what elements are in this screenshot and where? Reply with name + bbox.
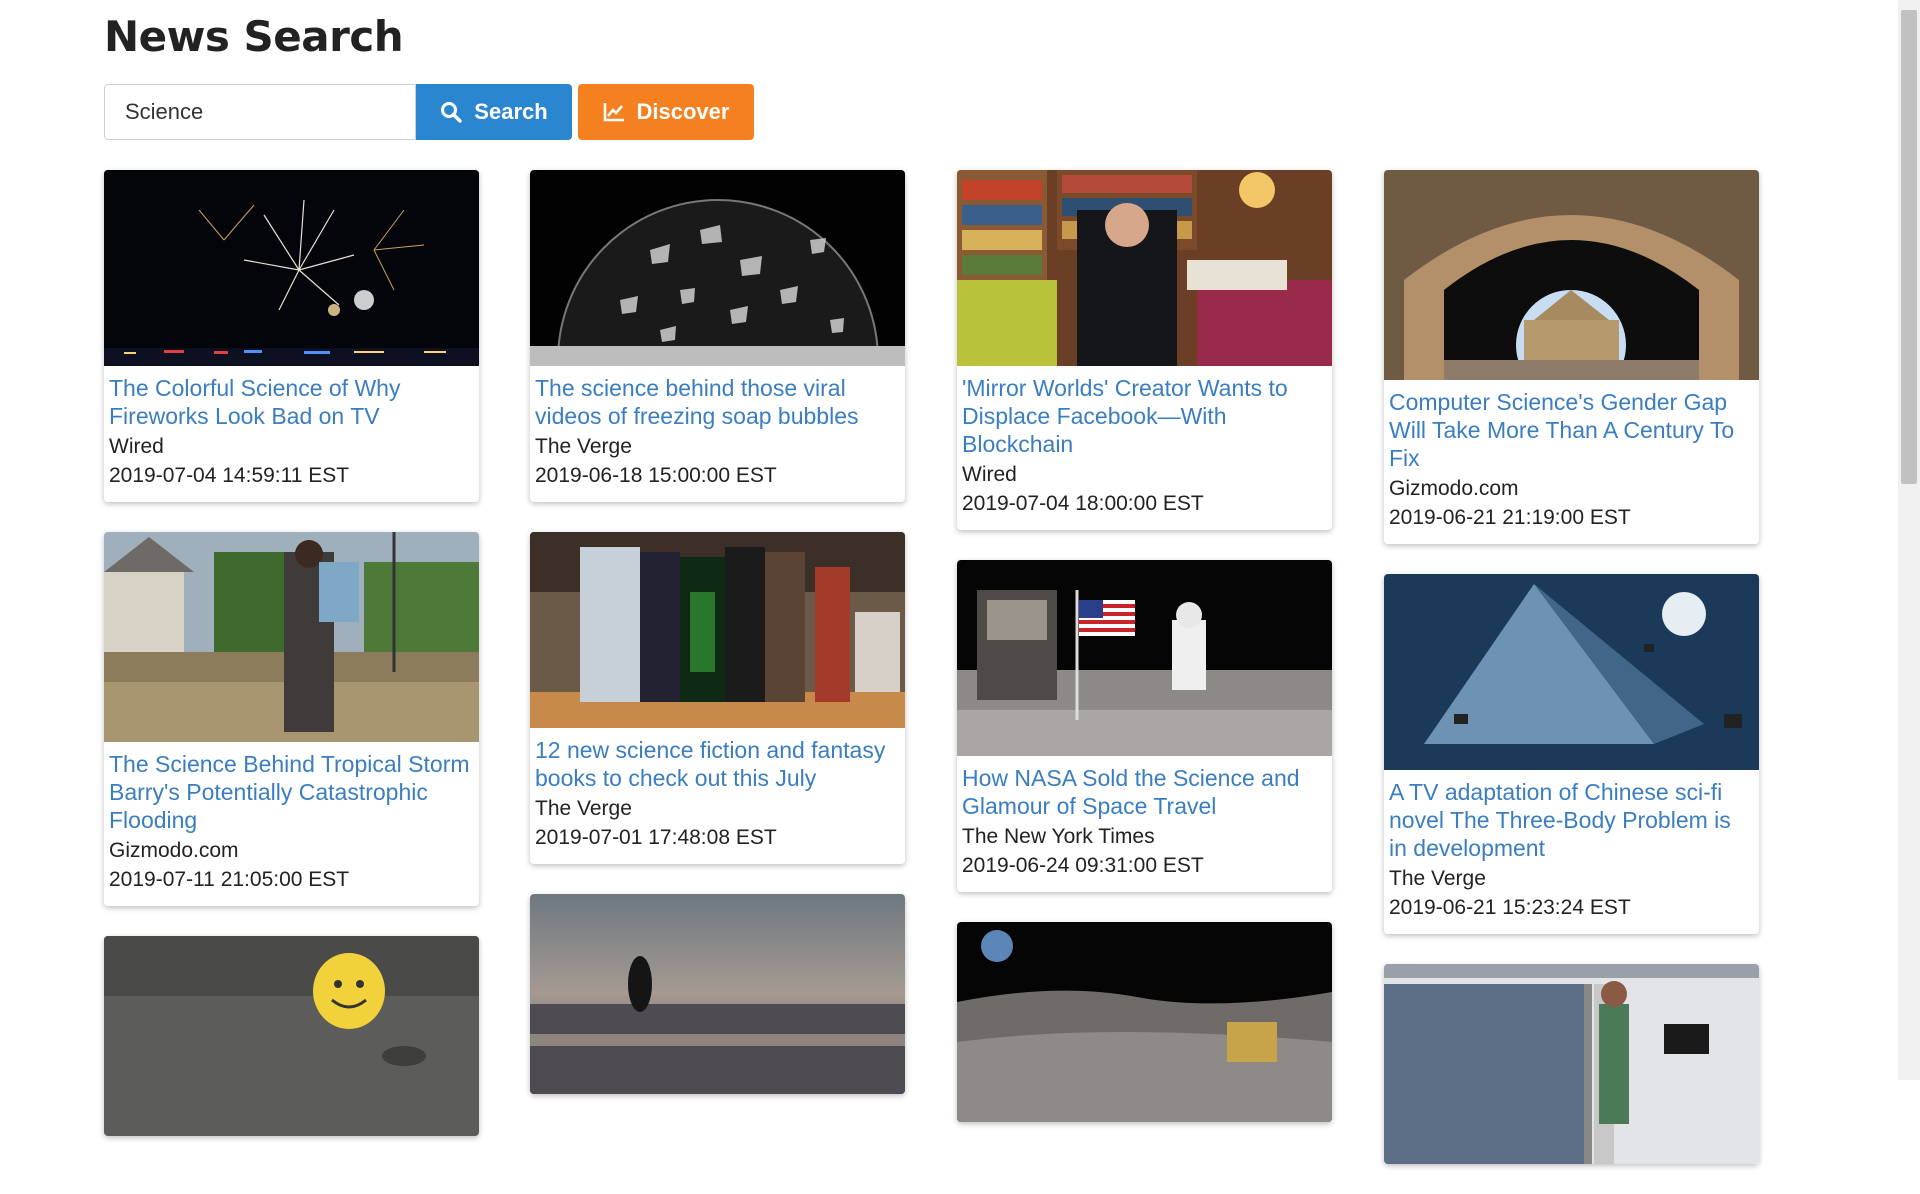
news-card[interactable]: The science behind those viral videos of… — [530, 170, 905, 502]
news-source: Wired — [962, 463, 1017, 486]
news-card[interactable]: 12 new science fiction and fantasy books… — [530, 532, 905, 864]
arrival-shell-image[interactable] — [530, 894, 905, 1094]
results-column-1: The Colorful Science of Why Fireworks Lo… — [104, 170, 479, 1166]
books-image[interactable] — [530, 532, 905, 728]
discover-button-label: Discover — [636, 99, 730, 124]
headline-link[interactable]: The science behind those viral videos of… — [535, 374, 900, 430]
lunar-surface-image[interactable] — [957, 922, 1332, 1122]
page-title: News Search — [104, 12, 404, 61]
stanford-arch-image[interactable] — [1384, 170, 1759, 380]
publish-date: 2019-07-04 18:00:00 EST — [962, 492, 1204, 515]
scrollbar-thumb[interactable] — [1901, 10, 1917, 484]
studio-vr-image[interactable] — [1384, 964, 1759, 1164]
news-card[interactable]: 'Mirror Worlds' Creator Wants to Displac… — [957, 170, 1332, 530]
news-source: Gizmodo.com — [1389, 477, 1519, 500]
moon-landing-image[interactable] — [957, 560, 1332, 756]
search-button-label: Search — [474, 99, 548, 124]
news-card[interactable] — [530, 894, 905, 1094]
publish-date: 2019-07-04 14:59:11 EST — [109, 464, 350, 487]
publish-date: 2019-06-18 15:00:00 EST — [535, 464, 777, 487]
news-card[interactable] — [1384, 964, 1759, 1164]
search-bar: Search Discover — [104, 84, 754, 140]
chart-line-icon — [603, 102, 625, 122]
headline-link[interactable]: 'Mirror Worlds' Creator Wants to Displac… — [962, 374, 1327, 458]
publish-date: 2019-07-01 17:48:08 EST — [535, 826, 777, 849]
discover-button[interactable]: Discover — [578, 84, 754, 140]
headline-link[interactable]: The Colorful Science of Why Fireworks Lo… — [109, 374, 474, 430]
news-source: The Verge — [1389, 867, 1486, 890]
news-card[interactable] — [104, 936, 479, 1136]
results-column-4: Computer Science's Gender Gap Will Take … — [1384, 170, 1759, 1194]
publish-date: 2019-06-24 09:31:00 EST — [962, 854, 1204, 877]
publish-date: 2019-06-21 15:23:24 EST — [1389, 896, 1631, 919]
library-portrait-image[interactable] — [957, 170, 1332, 366]
news-card[interactable] — [957, 922, 1332, 1122]
search-input[interactable] — [104, 84, 416, 140]
headline-link[interactable]: The Science Behind Tropical Storm Barry'… — [109, 750, 474, 834]
search-button[interactable]: Search — [416, 84, 572, 140]
soap-bubble-image[interactable] — [530, 170, 905, 366]
publish-date: 2019-06-21 21:19:00 EST — [1389, 506, 1631, 529]
pyramid-image[interactable] — [1384, 574, 1759, 770]
news-source: Wired — [109, 435, 164, 458]
news-card[interactable]: A TV adaptation of Chinese sci-fi novel … — [1384, 574, 1759, 934]
news-source: The Verge — [535, 435, 632, 458]
news-source: Gizmodo.com — [109, 839, 239, 862]
search-icon — [440, 101, 463, 123]
scrollbar[interactable] — [1898, 0, 1920, 1080]
headline-link[interactable]: A TV adaptation of Chinese sci-fi novel … — [1389, 778, 1754, 862]
headline-link[interactable]: 12 new science fiction and fantasy books… — [535, 736, 900, 792]
results-column-3: 'Mirror Worlds' Creator Wants to Displac… — [957, 170, 1332, 1152]
balloon-image[interactable] — [104, 936, 479, 1136]
flooding-image[interactable] — [104, 532, 479, 742]
fireworks-image[interactable] — [104, 170, 479, 366]
headline-link[interactable]: Computer Science's Gender Gap Will Take … — [1389, 388, 1754, 472]
news-source: The Verge — [535, 797, 632, 820]
publish-date: 2019-07-11 21:05:00 EST — [109, 868, 350, 891]
news-card[interactable]: The Science Behind Tropical Storm Barry'… — [104, 532, 479, 906]
news-card[interactable]: The Colorful Science of Why Fireworks Lo… — [104, 170, 479, 502]
news-source: The New York Times — [962, 825, 1155, 848]
news-card[interactable]: How NASA Sold the Science and Glamour of… — [957, 560, 1332, 892]
headline-link[interactable]: How NASA Sold the Science and Glamour of… — [962, 764, 1327, 820]
results-column-2: The science behind those viral videos of… — [530, 170, 905, 1124]
news-card[interactable]: Computer Science's Gender Gap Will Take … — [1384, 170, 1759, 544]
